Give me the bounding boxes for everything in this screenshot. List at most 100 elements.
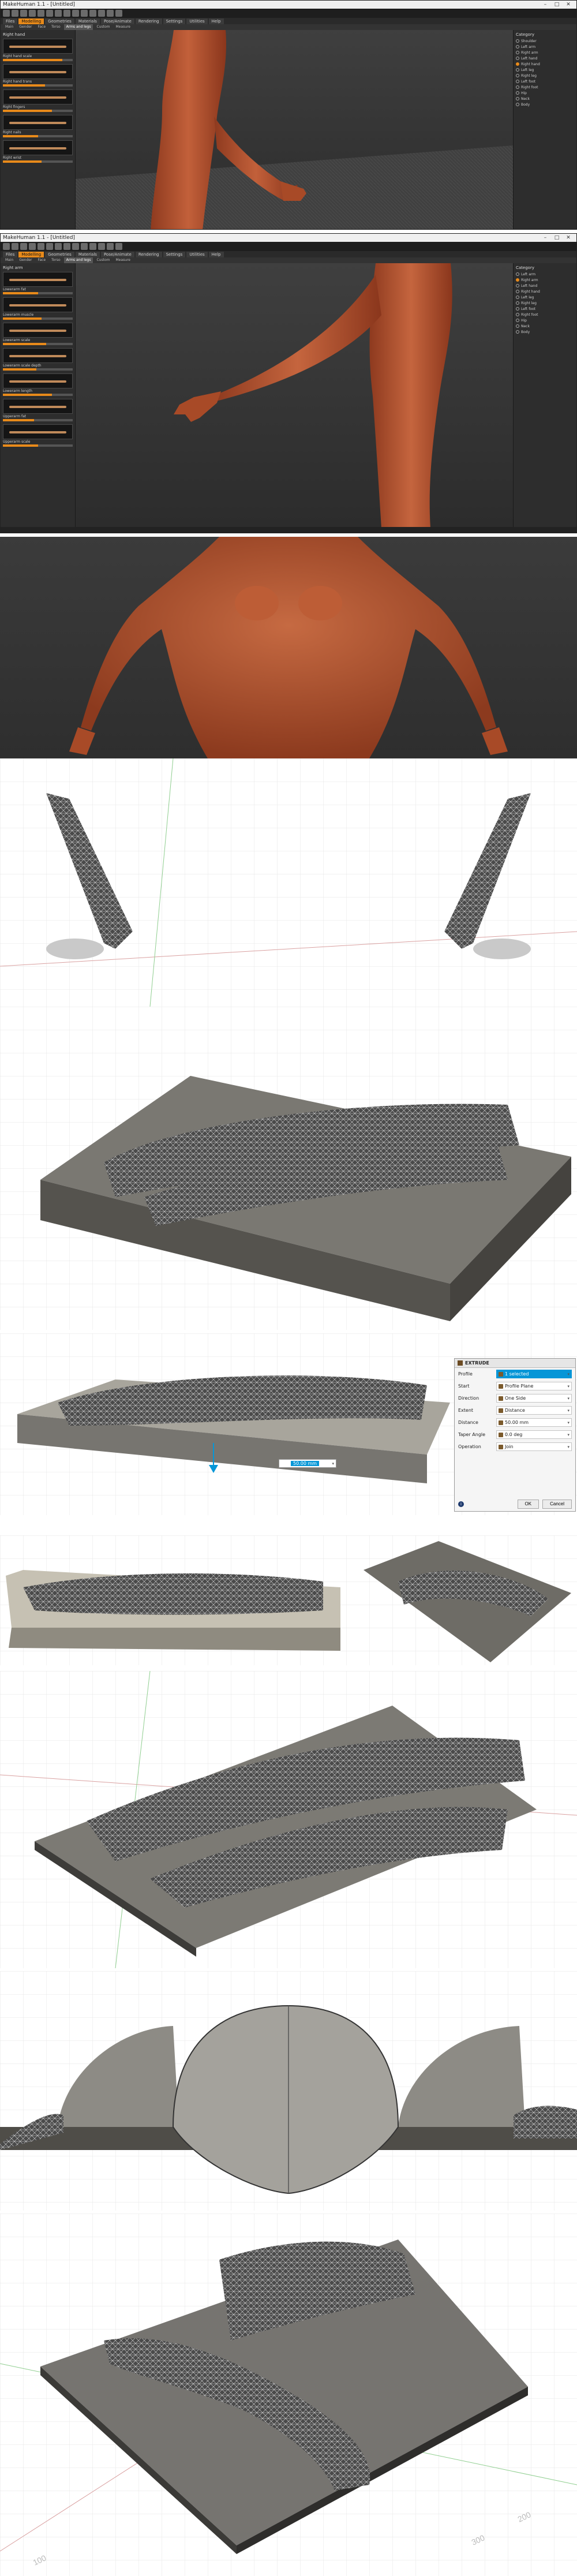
toolbar-tool-icon[interactable] xyxy=(98,10,105,17)
category-radio[interactable]: Left foot xyxy=(516,306,574,312)
tab-pose-animate[interactable]: Pose/Animate xyxy=(100,18,134,24)
toolbar-tool-icon[interactable] xyxy=(98,243,105,250)
toolbar-tool-icon[interactable] xyxy=(81,10,88,17)
minimize-icon[interactable]: – xyxy=(539,235,551,241)
toolbar-tool-icon[interactable] xyxy=(115,243,122,250)
subtab-face[interactable]: Face xyxy=(35,257,48,263)
toolbar-tool-icon[interactable] xyxy=(3,243,10,250)
3d-viewport[interactable] xyxy=(76,263,513,528)
3d-viewport[interactable] xyxy=(76,30,513,229)
toolbar-tool-icon[interactable] xyxy=(46,10,53,17)
toolbar-tool-icon[interactable] xyxy=(72,10,79,17)
chevron-down-icon[interactable]: ▾ xyxy=(567,1372,569,1377)
toolbar-tool-icon[interactable] xyxy=(115,10,122,17)
toolbar-tool-icon[interactable] xyxy=(29,243,36,250)
slider[interactable] xyxy=(3,343,73,345)
slider[interactable] xyxy=(3,317,73,320)
tab-pose-animate[interactable]: Pose/Animate xyxy=(100,252,134,257)
radio-button-icon[interactable] xyxy=(516,313,519,316)
tab-geometries[interactable]: Geometries xyxy=(45,18,74,24)
slider[interactable] xyxy=(3,160,73,163)
category-radio[interactable]: Left arm xyxy=(516,271,574,277)
radio-button-icon[interactable] xyxy=(516,39,519,43)
radio-button-icon[interactable] xyxy=(516,45,519,48)
row-value-field[interactable]: 0.0 deg ▾ xyxy=(496,1430,572,1439)
toolbar-tool-icon[interactable] xyxy=(20,10,27,17)
subtab-measure[interactable]: Measure xyxy=(113,257,133,263)
toolbar-tool-icon[interactable] xyxy=(89,10,96,17)
tab-materials[interactable]: Materials xyxy=(75,252,100,257)
radio-button-icon[interactable] xyxy=(516,307,519,311)
chevron-down-icon[interactable]: ▾ xyxy=(567,1445,569,1449)
category-radio[interactable]: Right leg xyxy=(516,73,574,78)
slider[interactable] xyxy=(3,292,73,294)
tab-help[interactable]: Help xyxy=(208,252,224,257)
category-radio[interactable]: Left hand xyxy=(516,55,574,61)
category-radio[interactable]: Left arm xyxy=(516,44,574,50)
subtab-arms-and-legs[interactable]: Arms and legs xyxy=(63,24,93,30)
tab-materials[interactable]: Materials xyxy=(75,18,100,24)
toolbar-tool-icon[interactable] xyxy=(55,10,62,17)
category-radio[interactable]: Right hand xyxy=(516,289,574,294)
tab-settings[interactable]: Settings xyxy=(163,18,186,24)
toolbar-tool-icon[interactable] xyxy=(89,243,96,250)
tab-files[interactable]: Files xyxy=(3,18,18,24)
category-radio[interactable]: Body xyxy=(516,102,574,107)
slider[interactable] xyxy=(3,110,73,112)
slider[interactable] xyxy=(3,84,73,87)
subtab-torso[interactable]: Torso xyxy=(49,257,63,263)
tab-settings[interactable]: Settings xyxy=(163,252,186,257)
radio-button-icon[interactable] xyxy=(516,51,519,54)
row-value-field[interactable]: 1 selected ▾ xyxy=(496,1370,572,1378)
radio-button-icon[interactable] xyxy=(516,324,519,328)
toolbar-tool-icon[interactable] xyxy=(107,10,114,17)
subtab-main[interactable]: Main xyxy=(3,24,16,30)
radio-button-icon[interactable] xyxy=(516,284,519,287)
chevron-down-icon[interactable]: ▾ xyxy=(567,1396,569,1401)
category-radio[interactable]: Neck xyxy=(516,323,574,329)
end-caps-view[interactable] xyxy=(0,1971,577,2211)
row-value-field[interactable]: 50.00 mm ▾ xyxy=(496,1418,572,1427)
chevron-down-icon[interactable]: ▾ xyxy=(332,1461,336,1466)
toolbar-tool-icon[interactable] xyxy=(29,10,36,17)
slider[interactable] xyxy=(3,368,73,371)
radio-button-icon[interactable] xyxy=(516,97,519,100)
meshed-arms-view[interactable] xyxy=(0,758,577,1007)
close-icon[interactable]: ✕ xyxy=(563,2,574,8)
toolbar-tool-icon[interactable] xyxy=(38,243,44,250)
category-radio[interactable]: Left foot xyxy=(516,78,574,84)
row-value-field[interactable]: Join ▾ xyxy=(496,1442,572,1451)
minimize-icon[interactable]: – xyxy=(539,2,551,8)
category-radio[interactable]: Body xyxy=(516,329,574,335)
tab-utilities[interactable]: Utilities xyxy=(186,18,208,24)
row-value-field[interactable]: One Side ▾ xyxy=(496,1394,572,1403)
category-radio[interactable]: Hip xyxy=(516,317,574,323)
category-radio[interactable]: Right foot xyxy=(516,312,574,317)
subtab-gender[interactable]: Gender xyxy=(17,257,34,263)
category-radio[interactable]: Left leg xyxy=(516,67,574,73)
radio-button-icon[interactable] xyxy=(516,301,519,305)
category-radio[interactable]: Hip xyxy=(516,90,574,96)
tab-rendering[interactable]: Rendering xyxy=(135,252,162,257)
toolbar-tool-icon[interactable] xyxy=(3,10,10,17)
subtab-measure[interactable]: Measure xyxy=(113,24,133,30)
toolbar-tool-icon[interactable] xyxy=(46,243,53,250)
toolbar-tool-icon[interactable] xyxy=(81,243,88,250)
category-radio[interactable]: Right arm xyxy=(516,50,574,55)
toolbar-tool-icon[interactable] xyxy=(107,243,114,250)
tab-modelling[interactable]: Modelling xyxy=(18,252,44,257)
category-radio[interactable]: Right arm xyxy=(516,277,574,283)
radio-button-icon[interactable] xyxy=(516,103,519,106)
chevron-down-icon[interactable]: ▾ xyxy=(567,1433,569,1437)
subtab-face[interactable]: Face xyxy=(35,24,48,30)
subtab-main[interactable]: Main xyxy=(3,257,16,263)
tab-rendering[interactable]: Rendering xyxy=(135,18,162,24)
subtab-custom[interactable]: Custom xyxy=(94,24,112,30)
mold-base-view[interactable] xyxy=(0,1007,577,1330)
radio-button-icon[interactable] xyxy=(516,296,519,299)
tab-help[interactable]: Help xyxy=(208,18,224,24)
category-radio[interactable]: Neck xyxy=(516,96,574,102)
chevron-down-icon[interactable]: ▾ xyxy=(567,1408,569,1413)
radio-button-icon[interactable] xyxy=(516,290,519,293)
toolbar-tool-icon[interactable] xyxy=(38,10,44,17)
